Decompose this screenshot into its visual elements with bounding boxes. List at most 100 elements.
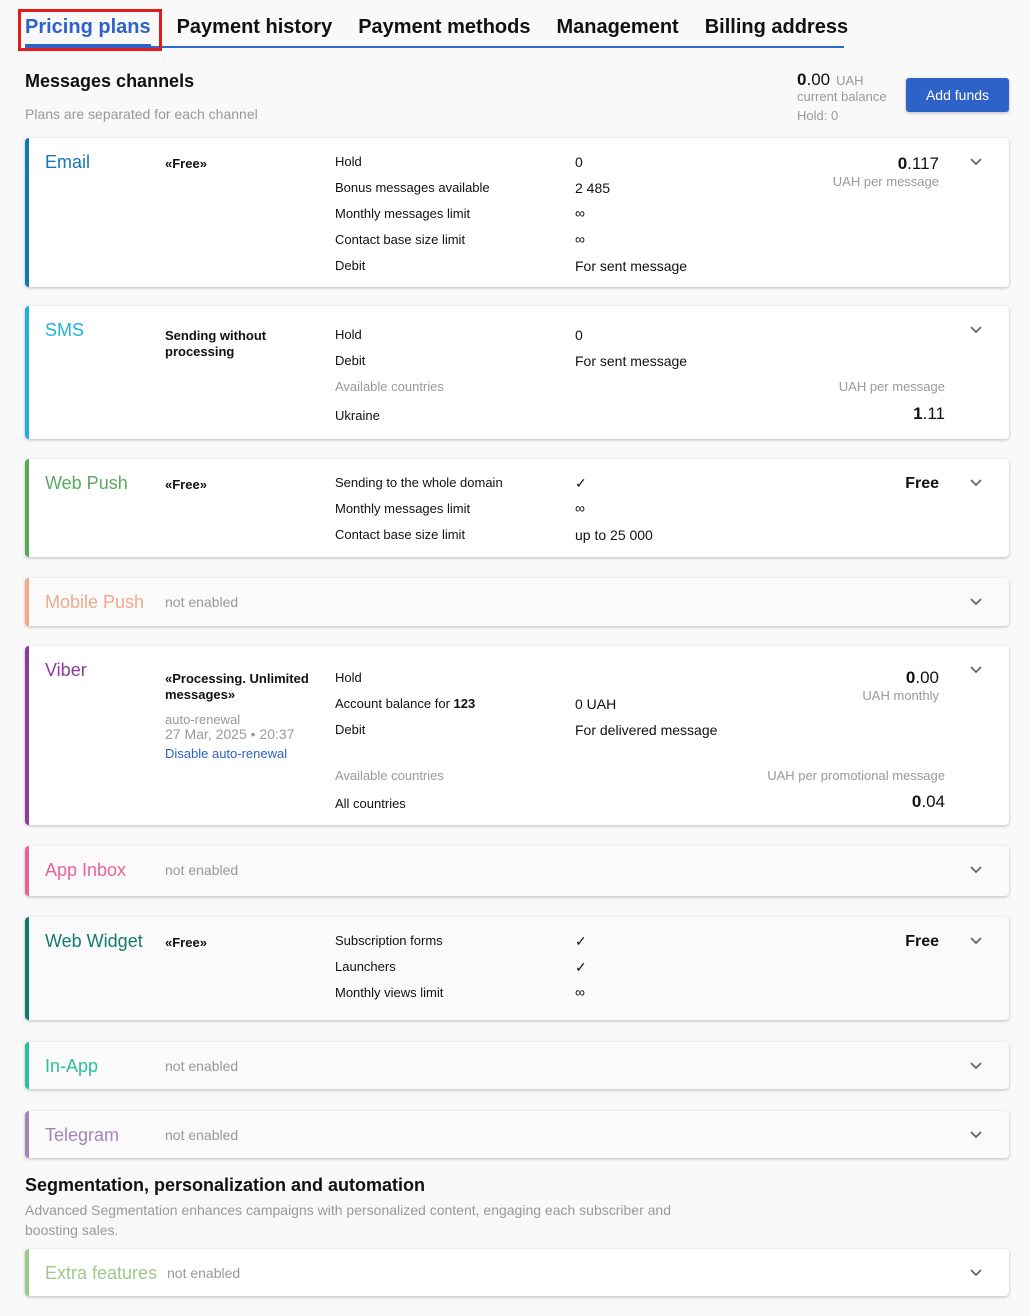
balance-panel: 0.00 UAH current balance Hold: 0 [797,70,887,124]
price: 0.00 UAH monthly [862,668,939,703]
status-label: not enabled [165,862,239,878]
tab-management[interactable]: Management [556,10,678,46]
detail-row: Bonus messages available 2 485 [335,180,611,196]
price-free: Free [905,933,939,950]
detail-row: Monthly views limit ∞ [335,985,587,1011]
messages-channels-title: Messages channels [25,71,195,91]
infinity-icon: ∞ [575,984,585,1000]
channel-name: App Inbox [45,860,127,880]
channel-name: SMS [45,320,85,340]
chevron-down-icon[interactable] [969,862,983,876]
segmentation-subtitle: Advanced Segmentation enhances campaigns… [25,1202,671,1238]
detail-row: Hold 0 [335,327,583,343]
plan-name: Sending without processing [165,328,267,359]
renewal-date: 27 Mar, 2025 • 20:37 [165,726,295,742]
check-icon: ✓ [575,933,587,949]
check-icon: ✓ [575,959,587,975]
detail-row: Monthly messages limit ∞ [335,501,653,527]
plan-name: «Free» [165,935,207,950]
detail-row: Launchers ✓ [335,959,587,985]
balance-currency: UAH [836,73,864,88]
plan-name: «Processing. Unlimited messages» [165,671,309,702]
status-label: not enabled [167,1265,241,1281]
chevron-down-icon[interactable] [969,1127,983,1141]
balance-hold: Hold: 0 [797,108,839,123]
channel-card-viber[interactable]: Viber «Processing. Unlimited messages» a… [25,646,1009,825]
infinity-icon: ∞ [575,231,585,247]
detail-row: Hold [335,670,362,685]
promo-price: 0.04 [911,792,945,811]
price: 0.117 UAH per message [832,154,939,189]
feature-card-extra-features[interactable]: Extra features not enabled [25,1249,1009,1296]
detail-row: Contact base size limit ∞ [335,232,687,258]
price: 1.11 [913,404,945,423]
channel-name: Viber [45,660,87,680]
add-funds-button[interactable]: Add funds [906,78,1009,112]
detail-row: Debit For sent message [335,258,688,274]
plan-details: Hold 0 Debit For sent message [335,327,687,379]
chevron-down-icon[interactable] [969,662,983,676]
detail-row: Contact base size limit up to 25 000 [335,527,653,543]
plan-details: Subscription forms ✓ Launchers ✓ Monthly v… [335,933,587,1011]
infinity-icon: ∞ [575,500,585,516]
tab-pricing-plans[interactable]: Pricing plans [25,10,151,48]
feature-name: Extra features [45,1263,158,1283]
chevron-down-icon[interactable] [969,154,983,168]
renewal-label: auto-renewal [165,712,241,727]
detail-row: Debit For sent message [335,353,688,369]
detail-row: Monthly messages limit ∞ [335,206,687,232]
tab-payment-history[interactable]: Payment history [177,10,333,46]
country: Ukraine [335,408,380,423]
channel-card-mobile-push[interactable]: Mobile Push not enabled [25,578,1009,626]
segmentation-title: Segmentation, personalization and automa… [25,1175,426,1195]
tab-bar: Pricing plans Payment history Payment me… [25,10,848,48]
status-label: not enabled [165,1127,239,1143]
channel-name: Telegram [45,1125,120,1145]
channel-card-app-inbox[interactable]: App Inbox not enabled [25,846,1009,896]
status-label: not enabled [165,1058,239,1074]
detail-row: Debit For delivered message [335,722,718,738]
balance-label: current balance [797,89,887,104]
plan-details: Sending to the whole domain ✓ Monthly mes… [335,475,653,553]
channel-card-email[interactable]: Email «Free» Hold 0 Bonus messages availa… [25,138,1009,287]
channel-card-web-widget[interactable]: Web Widget «Free» Subscription forms ✓ La… [25,917,1009,1020]
renewal-info: auto-renewal 27 Mar, 2025 • 20:37 Disabl… [165,712,294,761]
country: All countries [335,796,406,811]
channel-name: In-App [45,1056,99,1076]
chevron-down-icon[interactable] [969,933,983,947]
plan-name: «Free» [165,156,207,171]
channel-card-in-app[interactable]: In-App not enabled [25,1042,1009,1089]
detail-row: Sending to the whole domain ✓ [335,475,653,501]
plan-details: Hold Account balance for 123 0 UAH Debit F… [335,670,717,748]
detail-row: Hold 0 [335,154,583,170]
available-countries-label: Available countries [335,768,444,783]
chevron-down-icon[interactable] [969,1265,983,1279]
messages-channels-subtitle: Plans are separated for each channel [25,106,258,122]
chevron-down-icon[interactable] [969,322,983,336]
channel-card-web-push[interactable]: Web Push «Free» Sending to the whole dom… [25,459,1009,557]
chevron-down-icon[interactable] [969,594,983,608]
tab-payment-methods[interactable]: Payment methods [358,10,530,46]
channel-name: Mobile Push [45,592,145,612]
detail-row: Subscription forms ✓ [335,933,587,959]
check-icon: ✓ [575,475,587,491]
chevron-down-icon[interactable] [969,475,983,489]
plan-details: Hold 0 Bonus messages available 2 485 Mont… [335,154,687,284]
promo-price-unit: UAH per promotional message [767,768,945,783]
infinity-icon: ∞ [575,205,585,221]
channel-name: Email [45,152,91,172]
channel-card-telegram[interactable]: Telegram not enabled [25,1111,1009,1158]
disable-auto-renewal-link[interactable]: Disable auto-renewal [165,746,294,761]
tab-billing-address[interactable]: Billing address [705,10,848,46]
price-unit: UAH per message [838,379,945,394]
channel-name: Web Push [45,473,128,493]
detail-row: Account balance for 123 0 UAH [335,696,617,712]
plan-name: «Free» [165,477,207,492]
available-countries-label: Available countries [335,379,444,394]
status-label: not enabled [165,594,239,610]
price-free: Free [905,475,939,492]
chevron-down-icon[interactable] [969,1058,983,1072]
channel-card-sms[interactable]: SMS Sending without processing Hold 0 Deb… [25,306,1009,439]
balance-amount: 0.00 [797,70,831,89]
channel-name: Web Widget [45,931,143,951]
